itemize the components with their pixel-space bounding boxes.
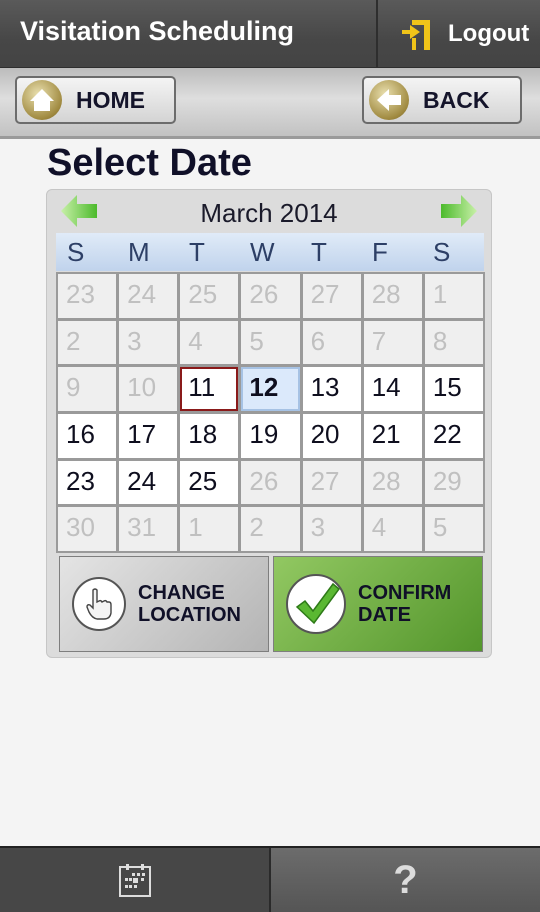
change-location-line2: LOCATION <box>138 604 241 626</box>
calendar-header: March 2014 <box>47 190 491 234</box>
checkmark-icon <box>286 574 346 634</box>
right-arrow-icon <box>441 195 477 227</box>
day-cell-today[interactable]: 11 <box>180 367 239 411</box>
day-cell: 24 <box>119 274 178 318</box>
calendar-tab[interactable] <box>0 848 271 912</box>
day-cell: 27 <box>302 274 361 318</box>
weekday-label: W <box>250 237 275 267</box>
month-label: March 2014 <box>200 198 338 228</box>
day-cell: 27 <box>302 460 361 505</box>
home-button[interactable]: HOME <box>15 76 176 124</box>
calendar-grid: 23 24 25 26 27 28 1 2 3 4 5 6 7 8 9 10 11 12 13 14 15 16 17 18 1… <box>56 272 485 553</box>
day-cell: 25 <box>180 274 239 318</box>
day-cell: 23 <box>58 274 117 318</box>
weekday-label: T <box>189 237 205 267</box>
weekday-label: T <box>311 237 327 267</box>
action-buttons: CHANGE LOCATION CONFIRM DATE <box>59 556 483 652</box>
day-cell: 5 <box>424 507 483 551</box>
day-cell[interactable]: 22 <box>424 414 483 458</box>
day-cell: 26 <box>241 460 300 505</box>
day-cell[interactable]: 16 <box>58 414 117 458</box>
logout-button[interactable]: Logout <box>376 0 540 67</box>
pointing-hand-icon <box>72 577 126 631</box>
day-cell: 29 <box>424 460 483 505</box>
logout-icon <box>402 19 430 50</box>
day-cell: 3 <box>119 320 178 365</box>
weekday-label: F <box>372 237 388 267</box>
top-bar: Visitation Scheduling Logout <box>0 0 540 68</box>
help-tab[interactable]: ? <box>271 848 540 912</box>
day-cell-selected[interactable]: 12 <box>241 367 300 411</box>
day-cell[interactable]: 25 <box>180 460 239 505</box>
day-cell[interactable]: 23 <box>58 460 117 505</box>
day-cell[interactable]: 21 <box>363 414 422 458</box>
day-cell: 28 <box>363 460 422 505</box>
weekday-label: M <box>128 237 150 267</box>
day-cell: 28 <box>363 274 422 318</box>
confirm-date-button[interactable]: CONFIRM DATE <box>273 556 483 652</box>
day-cell[interactable]: 15 <box>424 367 483 411</box>
day-cell: 6 <box>302 320 361 365</box>
bottom-tab-bar: ? <box>0 846 540 912</box>
calendar: March 2014 S M T W T F S 23 24 25 26 27 28 1 2 3… <box>46 189 492 658</box>
page-title: Select Date <box>47 142 252 184</box>
confirm-date-line2: DATE <box>358 604 411 626</box>
change-location-line1: CHANGE <box>138 582 225 604</box>
back-label: BACK <box>423 86 490 113</box>
day-cell[interactable]: 13 <box>302 367 361 411</box>
day-cell: 31 <box>119 507 178 551</box>
back-arrow-icon <box>369 80 409 120</box>
day-cell[interactable]: 17 <box>119 414 178 458</box>
day-cell: 7 <box>363 320 422 365</box>
day-cell[interactable]: 14 <box>363 367 422 411</box>
day-cell: 9 <box>58 367 117 411</box>
day-cell[interactable]: 24 <box>119 460 178 505</box>
home-label: HOME <box>76 86 145 113</box>
next-month-button[interactable] <box>439 193 479 234</box>
confirm-date-line1: CONFIRM <box>358 582 452 604</box>
day-cell[interactable]: 18 <box>180 414 239 458</box>
day-cell[interactable]: 19 <box>241 414 300 458</box>
back-button[interactable]: BACK <box>362 76 522 124</box>
app-title: Visitation Scheduling <box>20 16 295 46</box>
weekday-header: S M T W T F S <box>56 233 484 271</box>
weekday-label: S <box>67 237 85 267</box>
day-cell: 1 <box>424 274 483 318</box>
day-cell: 5 <box>241 320 300 365</box>
change-location-button[interactable]: CHANGE LOCATION <box>59 556 269 652</box>
day-cell: 26 <box>241 274 300 318</box>
day-cell: 1 <box>180 507 239 551</box>
day-cell: 30 <box>58 507 117 551</box>
day-cell: 4 <box>363 507 422 551</box>
day-cell: 2 <box>241 507 300 551</box>
day-cell: 8 <box>424 320 483 365</box>
day-cell: 4 <box>180 320 239 365</box>
weekday-label: S <box>433 237 451 267</box>
nav-bar: HOME BACK <box>0 68 540 139</box>
home-icon <box>22 80 62 120</box>
logout-label: Logout <box>448 19 530 47</box>
day-cell[interactable]: 20 <box>302 414 361 458</box>
calendar-icon <box>118 864 151 897</box>
day-cell: 3 <box>302 507 361 551</box>
day-cell: 10 <box>119 367 178 411</box>
help-icon: ? <box>393 857 418 902</box>
day-cell: 2 <box>58 320 117 365</box>
